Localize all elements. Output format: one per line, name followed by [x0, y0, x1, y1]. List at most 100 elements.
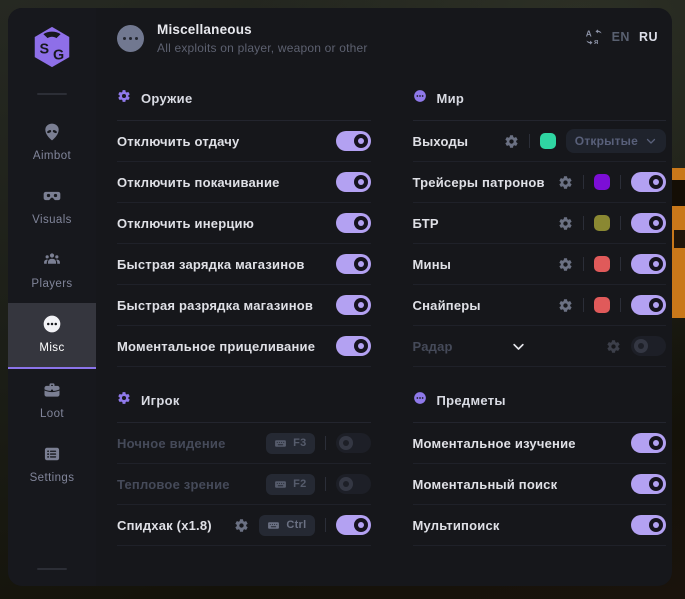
section-header-items: Предметы [413, 391, 667, 423]
row-fast-reload: Быстрая зарядка магазинов [117, 244, 371, 285]
gear-icon[interactable] [558, 216, 573, 231]
row-no-recoil: Отключить отдачу [117, 121, 371, 162]
page-subtitle: All exploits on player, weapon or other [157, 41, 368, 55]
toggle-fast-reload[interactable] [336, 254, 371, 274]
keyboard-icon [274, 437, 287, 450]
section-title: Оружие [141, 91, 193, 106]
sidebar-divider [37, 93, 67, 95]
color-swatch[interactable] [594, 215, 610, 231]
dots-circle-icon [413, 89, 427, 108]
gear-icon[interactable] [558, 257, 573, 272]
misc-page-icon [117, 25, 144, 52]
toggle-multi-search[interactable] [631, 515, 666, 535]
toggle-no-recoil[interactable] [336, 131, 371, 151]
toggle-mines[interactable] [631, 254, 666, 274]
chevron-down-icon [645, 135, 657, 147]
sidebar-item-loot[interactable]: Loot [8, 369, 96, 433]
section-header-weapon: Оружие [117, 89, 371, 121]
sidebar-item-label: Players [31, 278, 72, 290]
svg-text:G: G [53, 47, 64, 63]
keybind-badge[interactable]: F3 [266, 433, 314, 454]
row-label: Трейсеры патронов [413, 175, 545, 190]
column-right: Мир Выходы Открытые Трейсер [413, 65, 667, 546]
keybind-badge[interactable]: Ctrl [259, 515, 314, 536]
section-header-world: Мир [413, 89, 667, 121]
gear-icon [117, 89, 131, 108]
sidebar-item-aimbot[interactable]: Aimbot [8, 111, 96, 175]
keybind-label: F3 [293, 437, 306, 449]
row-speedhack: Спидхак (x1.8) Ctrl [117, 505, 371, 546]
svg-text:A: A [585, 29, 591, 38]
toggle-radar[interactable] [631, 336, 666, 356]
toggle-no-inertia[interactable] [336, 213, 371, 233]
chevron-down-icon[interactable] [511, 339, 526, 354]
toggle-instant-study[interactable] [631, 433, 666, 453]
lang-en-button[interactable]: EN [612, 30, 630, 44]
toggle-instant-search[interactable] [631, 474, 666, 494]
page-header: Miscellaneous All exploits on player, we… [117, 22, 666, 55]
row-label: Моментальное изучение [413, 436, 576, 451]
row-label: Отключить инерцию [117, 216, 254, 231]
section-title: Предметы [437, 393, 506, 408]
row-label: Ночное видение [117, 436, 226, 451]
toggle-thermal-vision[interactable] [336, 474, 371, 494]
gear-icon[interactable] [558, 298, 573, 313]
color-swatch[interactable] [540, 133, 556, 149]
sidebar-item-misc[interactable]: Misc [8, 303, 96, 369]
sidebar-item-visuals[interactable]: Visuals [8, 175, 96, 239]
sidebar-item-settings[interactable]: Settings [8, 433, 96, 497]
divider [325, 518, 326, 532]
row-radar: Радар [413, 326, 667, 367]
gear-icon[interactable] [558, 175, 573, 190]
divider [620, 216, 621, 230]
toggle-speedhack[interactable] [336, 515, 371, 535]
keybind-badge[interactable]: F2 [266, 474, 314, 495]
row-label: Радар [413, 339, 453, 354]
toggle-instant-ads[interactable] [336, 336, 371, 356]
section-title: Мир [437, 91, 465, 106]
toggle-no-sway[interactable] [336, 172, 371, 192]
header-text: Miscellaneous All exploits on player, we… [157, 22, 368, 55]
color-swatch[interactable] [594, 256, 610, 272]
gear-icon[interactable] [234, 518, 249, 533]
divider [583, 257, 584, 271]
lang-ru-button[interactable]: RU [639, 30, 658, 44]
row-instant-study: Моментальное изучение [413, 423, 667, 464]
toggle-fast-unload[interactable] [336, 295, 371, 315]
row-label: Мультипоиск [413, 518, 500, 533]
color-swatch[interactable] [594, 174, 610, 190]
row-bullet-tracers: Трейсеры патронов [413, 162, 667, 203]
divider [583, 298, 584, 312]
row-label: Выходы [413, 134, 469, 149]
divider [620, 175, 621, 189]
color-swatch[interactable] [594, 297, 610, 313]
background-game-fragment [672, 168, 685, 318]
row-label: Тепловое зрение [117, 477, 230, 492]
section-title: Игрок [141, 393, 180, 408]
sidebar-item-label: Visuals [32, 214, 72, 226]
row-snipers: Снайперы [413, 285, 667, 326]
background-mark [674, 230, 685, 248]
translate-icon: Aя [585, 28, 603, 46]
sidebar-item-players[interactable]: Players [8, 239, 96, 303]
alien-icon [42, 122, 62, 142]
toggle-btr[interactable] [631, 213, 666, 233]
toggle-bullet-tracers[interactable] [631, 172, 666, 192]
sections-grid: Оружие Отключить отдачу Отключить покачи… [117, 65, 666, 546]
keyboard-icon [267, 519, 280, 532]
gear-icon[interactable] [504, 134, 519, 149]
exits-dropdown[interactable]: Открытые [566, 129, 666, 153]
sidebar-item-label: Loot [40, 408, 64, 420]
row-label: Спидхак (x1.8) [117, 518, 212, 533]
row-thermal-vision: Тепловое зрение F2 [117, 464, 371, 505]
sidebar-item-label: Settings [30, 472, 75, 484]
toggle-snipers[interactable] [631, 295, 666, 315]
toggle-night-vision[interactable] [336, 433, 371, 453]
dropdown-value: Открытые [575, 134, 638, 148]
row-night-vision: Ночное видение F3 [117, 423, 371, 464]
row-label: Снайперы [413, 298, 481, 313]
keybind-label: Ctrl [286, 519, 306, 531]
page-title: Miscellaneous [157, 22, 368, 37]
gear-icon[interactable] [606, 339, 621, 354]
dots-circle-icon [413, 391, 427, 410]
